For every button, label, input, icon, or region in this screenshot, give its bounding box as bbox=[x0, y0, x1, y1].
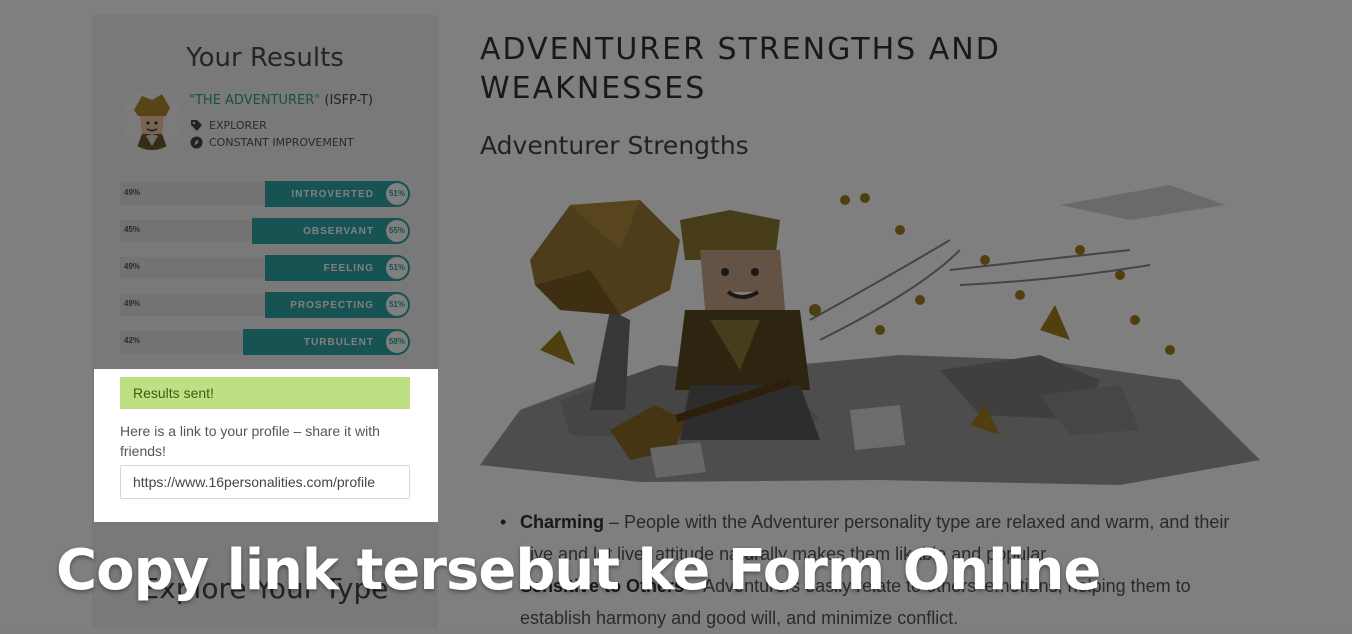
share-profile-panel: Results sent! Here is a link to your pro… bbox=[94, 369, 438, 522]
share-instructions: Here is a link to your profile – share i… bbox=[120, 423, 380, 459]
tutorial-caption: Copy link tersebut ke Form Online bbox=[56, 538, 1101, 603]
screen-dim-overlay bbox=[0, 0, 1352, 628]
profile-link-input[interactable] bbox=[120, 465, 410, 499]
results-sent-alert: Results sent! bbox=[120, 377, 410, 409]
